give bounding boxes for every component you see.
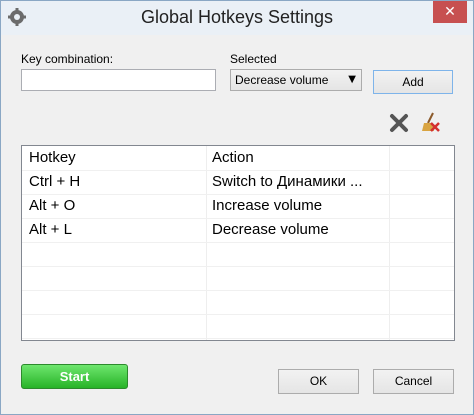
start-button[interactable]: Start — [21, 364, 128, 389]
empty-row — [22, 314, 454, 339]
action-select[interactable]: Decrease volume ▼ — [230, 69, 362, 91]
action-select-value: Decrease volume — [235, 73, 329, 87]
row-action: Decrease volume — [212, 221, 329, 238]
empty-row — [22, 266, 454, 291]
hotkeys-table[interactable]: Hotkey Action Ctrl + H Switch to Динамик… — [21, 145, 455, 341]
key-combination-input[interactable] — [21, 69, 216, 91]
cancel-button[interactable]: Cancel — [373, 369, 454, 394]
chevron-down-icon: ▼ — [348, 74, 356, 85]
ok-button[interactable]: OK — [278, 369, 359, 394]
broom-clear-icon[interactable] — [419, 111, 441, 133]
add-button[interactable]: Add — [373, 70, 453, 94]
key-combination-label: Key combination: — [21, 52, 114, 66]
row-action: Switch to Динамики ... — [212, 173, 363, 190]
close-button[interactable]: ✕ — [433, 1, 467, 23]
table-row[interactable]: Ctrl + H Switch to Динамики ... — [22, 170, 454, 195]
row-hotkey: Alt + O — [29, 197, 76, 214]
row-hotkey: Ctrl + H — [29, 173, 81, 190]
title-bar: Global Hotkeys Settings ✕ — [1, 1, 473, 35]
table-row[interactable]: Alt + O Increase volume — [22, 194, 454, 219]
table-row[interactable]: Alt + L Decrease volume — [22, 218, 454, 243]
window-title: Global Hotkeys Settings — [140, 7, 334, 27]
empty-row — [22, 242, 454, 267]
header-hotkey[interactable]: Hotkey — [29, 149, 204, 166]
header-action[interactable]: Action — [212, 149, 387, 166]
empty-row — [22, 290, 454, 315]
delete-x-icon[interactable] — [388, 112, 410, 134]
hotkeys-window: Global Hotkeys Settings ✕ Key combinatio… — [0, 0, 474, 415]
row-hotkey: Alt + L — [29, 221, 72, 238]
row-action: Increase volume — [212, 197, 323, 214]
selected-label: Selected — [230, 52, 277, 66]
table-header: Hotkey Action — [22, 146, 454, 171]
